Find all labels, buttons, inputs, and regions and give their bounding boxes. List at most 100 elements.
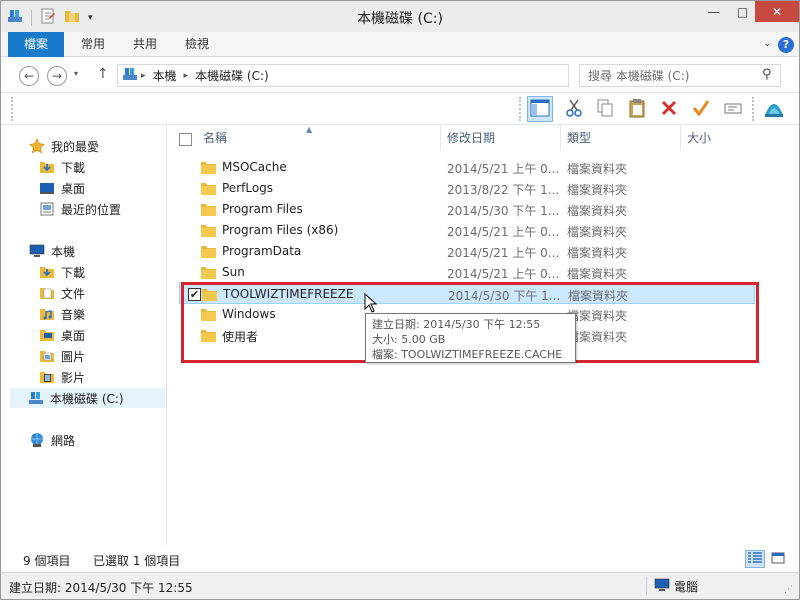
- shell-button[interactable]: [761, 96, 787, 122]
- back-button[interactable]: ←: [19, 66, 39, 86]
- folder-icon: [201, 202, 217, 220]
- column-type[interactable]: 類型: [561, 125, 681, 151]
- computer-icon: [654, 577, 670, 596]
- table-row[interactable]: Program Files 2014/5/30 下午 1... 檔案資料夾: [179, 199, 755, 220]
- nav-item-downloads-fav[interactable]: 下載: [39, 157, 85, 177]
- search-box[interactable]: ⚲: [579, 64, 781, 87]
- apply-button[interactable]: [688, 96, 714, 122]
- copy-button[interactable]: [592, 96, 618, 122]
- created-date-detail: 建立日期: 2014/5/30 下午 12:55: [9, 581, 193, 595]
- help-button[interactable]: ?: [778, 37, 794, 53]
- table-row[interactable]: MSOCache 2014/5/21 上午 0... 檔案資料夾: [179, 157, 755, 178]
- maximize-button[interactable]: □: [729, 1, 756, 22]
- navigation-pane: 我的最愛 下載 桌面 最近的位置 本機 下載 文件 音樂 桌面 圖片 影片 本機…: [1, 125, 167, 545]
- file-type: 檔案資料夾: [567, 204, 628, 218]
- pictures-icon: [39, 348, 55, 364]
- nav-item-label: 本機磁碟 (C:): [50, 391, 124, 406]
- file-type: 檔案資料夾: [567, 162, 628, 176]
- tab-file[interactable]: 檔案: [8, 32, 64, 57]
- tab-view[interactable]: 檢視: [177, 32, 217, 57]
- cut-button[interactable]: [561, 96, 587, 122]
- breadcrumb-local-disk[interactable]: 本機磁碟 (C:): [191, 67, 273, 84]
- search-input[interactable]: [580, 65, 755, 86]
- title-bar[interactable]: ▾ 本機磁碟 (C:) — □ ✕: [1, 1, 799, 32]
- column-name[interactable]: 名稱: [197, 125, 441, 151]
- nav-this-pc[interactable]: 本機: [29, 241, 75, 261]
- table-row[interactable]: ProgramData 2014/5/21 上午 0... 檔案資料夾: [179, 241, 755, 262]
- tab-share[interactable]: 共用: [125, 32, 165, 57]
- search-icon[interactable]: ⚲: [762, 67, 772, 82]
- copy-icon: [595, 98, 615, 121]
- forward-arrow-icon: →: [51, 69, 63, 83]
- pc-small-icon: [122, 66, 138, 85]
- nav-item-music[interactable]: 音樂: [39, 304, 85, 324]
- breadcrumb-this-pc[interactable]: 本機: [149, 67, 181, 84]
- nav-item-documents[interactable]: 文件: [39, 283, 85, 303]
- tooltip-files: 檔案: TOOLWIZTIMEFREEZE.CACHE: [372, 348, 563, 361]
- delete-icon: [659, 98, 679, 121]
- toolbar-grip[interactable]: [11, 97, 14, 121]
- nav-item-label: 文件: [61, 286, 86, 301]
- nav-network-label: 網路: [51, 433, 76, 448]
- close-button[interactable]: ✕: [755, 1, 799, 22]
- table-row[interactable]: Sun 2014/5/21 上午 0... 檔案資料夾: [179, 262, 755, 283]
- rename-button[interactable]: [720, 96, 746, 122]
- nav-item-desktop[interactable]: 桌面: [39, 325, 85, 345]
- nav-favorites[interactable]: 我的最愛: [29, 136, 99, 156]
- preview-pane-button[interactable]: [527, 96, 553, 122]
- minimize-button[interactable]: —: [700, 1, 727, 22]
- nav-favorites-label: 我的最愛: [51, 139, 100, 154]
- details-view-button[interactable]: [745, 550, 765, 568]
- nav-item-label: 最近的位置: [61, 202, 122, 217]
- tab-home[interactable]: 常用: [73, 32, 113, 57]
- nav-item-videos[interactable]: 影片: [39, 367, 85, 387]
- file-date: 2014/5/21 上午 0...: [447, 162, 560, 176]
- column-date[interactable]: 修改日期: [441, 125, 561, 151]
- recent-places-icon: [39, 201, 55, 217]
- download-folder-icon: [39, 264, 55, 280]
- delete-button[interactable]: [656, 96, 682, 122]
- recent-locations-icon[interactable]: ▾: [74, 69, 78, 78]
- paste-button[interactable]: [624, 96, 650, 122]
- table-row[interactable]: PerfLogs 2013/8/22 下午 1... 檔案資料夾: [179, 178, 755, 199]
- file-name: Program Files (x86): [222, 223, 339, 237]
- network-icon: [29, 432, 45, 448]
- shell-icon: [763, 97, 785, 122]
- location-label: 電腦: [674, 580, 699, 594]
- desktop-icon: [39, 180, 55, 196]
- nav-item-label: 圖片: [61, 349, 86, 364]
- toolbar-grip[interactable]: [519, 97, 522, 121]
- file-name: ProgramData: [222, 244, 302, 258]
- large-icons-view-button[interactable]: [768, 550, 788, 568]
- folder-icon: [201, 181, 217, 199]
- nav-network[interactable]: 網路: [29, 430, 75, 450]
- forward-button[interactable]: →: [47, 66, 67, 86]
- folder-icon: [201, 160, 217, 178]
- nav-item-local-disk[interactable]: 本機磁碟 (C:): [10, 388, 166, 408]
- nav-item-pictures[interactable]: 圖片: [39, 346, 85, 366]
- videos-icon: [39, 369, 55, 385]
- nav-item-label: 下載: [61, 160, 86, 175]
- navigation-bar: ← → ▾ ↑ ▸ 本機 ▸ 本機磁碟 (C:) ▾ ↻ ⚲: [1, 57, 799, 93]
- rename-icon: [723, 98, 743, 121]
- folder-icon: [201, 244, 217, 262]
- chevron-right-icon[interactable]: ▸: [138, 71, 149, 81]
- toolbar-grip[interactable]: [752, 97, 755, 121]
- details-view-icon: [747, 551, 763, 568]
- nav-item-recent-places[interactable]: 最近的位置: [39, 199, 121, 219]
- table-row[interactable]: Program Files (x86) 2014/5/21 上午 0... 檔案資料…: [179, 220, 755, 241]
- nav-item-downloads[interactable]: 下載: [39, 262, 85, 282]
- up-arrow-icon[interactable]: ↑: [97, 66, 109, 82]
- address-bar[interactable]: ▸ 本機 ▸ 本機磁碟 (C:) ▾ ↻: [117, 64, 676, 87]
- nav-item-label: 桌面: [61, 181, 86, 196]
- resize-grip-icon[interactable]: ⋰: [784, 585, 793, 595]
- nav-item-desktop-fav[interactable]: 桌面: [39, 178, 85, 198]
- chevron-right-icon[interactable]: ▸: [181, 71, 192, 81]
- expand-ribbon-icon[interactable]: ⌄: [763, 39, 771, 49]
- column-size[interactable]: 大小: [681, 125, 781, 151]
- tooltip-created: 建立日期: 2014/5/30 下午 12:55: [372, 318, 541, 331]
- file-type: 檔案資料夾: [567, 183, 628, 197]
- select-all-checkbox[interactable]: [179, 133, 192, 146]
- file-date: 2013/8/22 下午 1...: [447, 183, 560, 197]
- selected-count: 已選取 1 個項目: [93, 554, 181, 568]
